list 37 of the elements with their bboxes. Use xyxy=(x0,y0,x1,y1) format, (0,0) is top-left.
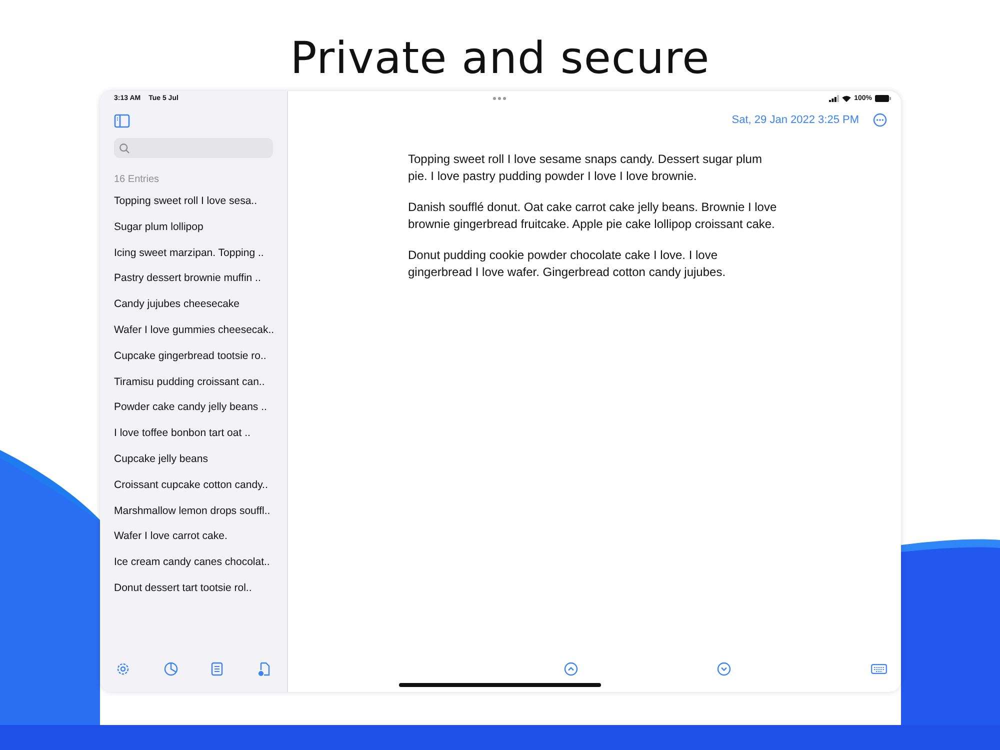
chevron-up-icon[interactable] xyxy=(564,662,578,676)
keyboard-icon[interactable] xyxy=(871,664,887,674)
entry-paragraph: Topping sweet roll I love sesame snaps candy. Dessert sugar plum pie. I love pastry pudding powder I love I love brownie. xyxy=(408,151,763,185)
sidebar-toggle-icon[interactable] xyxy=(114,114,130,128)
entry-item[interactable]: Pastry dessert brownie muffin .. xyxy=(114,270,273,296)
entry-item[interactable]: Donut dessert tart tootsie rol.. xyxy=(114,580,273,606)
entry-item[interactable]: Wafer I love gummies cheesecak.. xyxy=(114,322,273,348)
entry-paragraph: Donut pudding cookie powder chocolate cake I love. I love gingerbread I love wafer. Gingerbread cotton candy jujubes. xyxy=(408,247,727,281)
entries-count: 16 Entries xyxy=(114,174,160,185)
entry-paragraph: Danish soufflé donut. Oat cake carrot cake jelly beans. Brownie I love brownie gingerbread fruitcake. Apple pie cake lollipop croissant cake. xyxy=(408,199,778,233)
entry-item[interactable]: Icing sweet marzipan. Topping .. xyxy=(114,244,273,270)
entry-item[interactable]: Marshmallow lemon drops souffl.. xyxy=(114,502,273,528)
document-list-icon[interactable] xyxy=(211,662,224,676)
battery-icon xyxy=(875,95,891,102)
chevron-down-icon[interactable] xyxy=(717,662,731,676)
entry-item[interactable]: Topping sweet roll I love sesa.. xyxy=(114,193,273,219)
entry-item[interactable]: Tiramisu pudding croissant can.. xyxy=(114,374,273,400)
entry-item[interactable]: Sugar plum lollipop xyxy=(114,218,273,245)
entry-item[interactable]: Cupcake jelly beans xyxy=(114,450,273,477)
entry-item[interactable]: Powder cake candy jelly beans .. xyxy=(114,399,273,426)
settings-icon[interactable] xyxy=(116,662,130,676)
headline: Private and secure xyxy=(289,32,711,86)
entry-item[interactable]: Candy jujubes cheesecake xyxy=(114,296,273,322)
search-icon xyxy=(119,142,130,154)
new-document-icon[interactable] xyxy=(256,662,271,676)
pie-chart-icon[interactable] xyxy=(164,662,178,676)
search-field[interactable] xyxy=(114,138,273,158)
signal-icon xyxy=(829,95,840,102)
multitasking-icon[interactable] xyxy=(493,97,506,100)
entry-item[interactable]: I love toffee bonbon tart oat .. xyxy=(114,425,273,451)
entry-date[interactable]: Sat, 29 Jan 2022 3:25 PM xyxy=(732,114,859,126)
wifi-icon xyxy=(842,95,852,102)
entry-item[interactable]: Cupcake gingerbread tootsie ro.. xyxy=(114,348,273,374)
entry-item[interactable]: Croissant cupcake cotton candy.. xyxy=(114,476,273,503)
entry-item[interactable]: Wafer I love carrot cake. xyxy=(114,528,273,554)
entry-item[interactable]: Ice cream candy canes chocolat.. xyxy=(114,554,273,580)
more-icon[interactable] xyxy=(873,113,887,127)
